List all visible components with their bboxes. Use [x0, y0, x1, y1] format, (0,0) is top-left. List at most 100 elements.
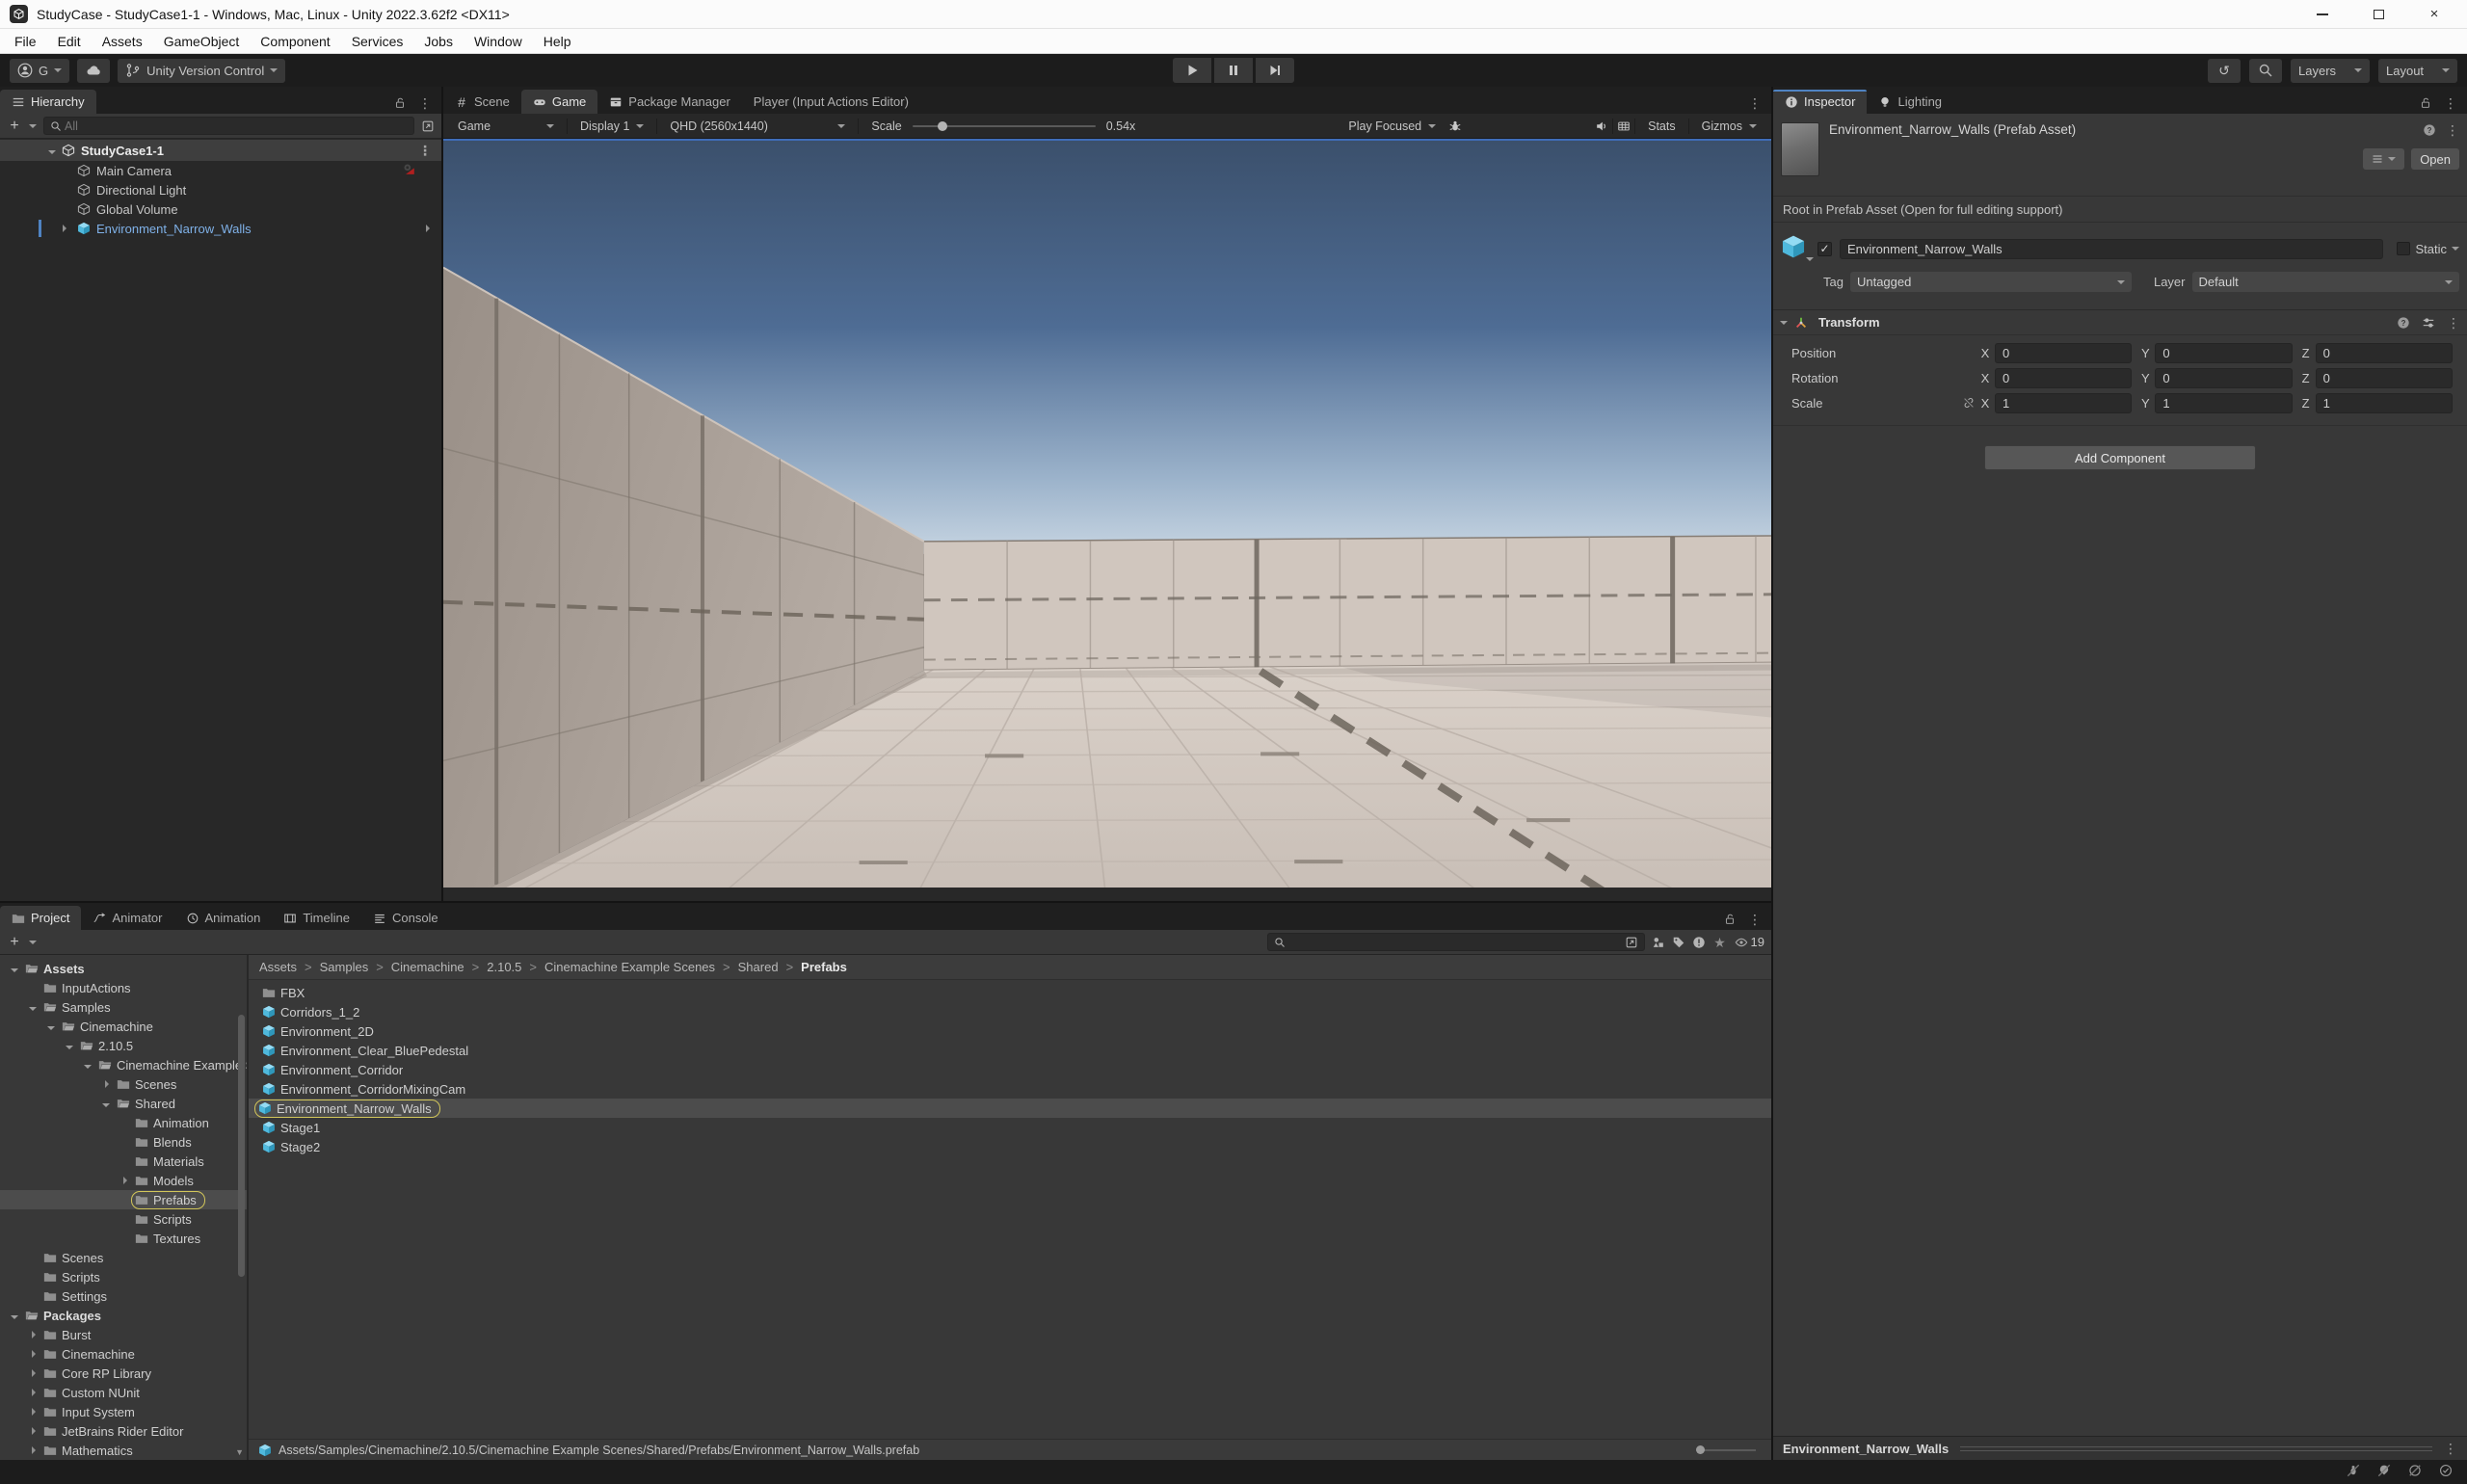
- add-component-button[interactable]: Add Component: [1984, 445, 2256, 470]
- inspector-preview-bar[interactable]: Environment_Narrow_Walls ⋮: [1773, 1436, 2467, 1460]
- tree-item-animation[interactable]: Animation: [0, 1113, 247, 1132]
- favorites-icon[interactable]: ★: [1712, 935, 1728, 950]
- tree-item-jetbrains-rider-editor[interactable]: JetBrains Rider Editor: [0, 1421, 247, 1441]
- scale-slider-knob[interactable]: [938, 121, 947, 131]
- axis-value-field[interactable]: 0: [2155, 368, 2292, 388]
- static-dropdown-caret[interactable]: [2452, 247, 2459, 254]
- breadcrumb-prefabs[interactable]: Prefabs: [801, 960, 847, 974]
- lock-open-icon[interactable]: [393, 96, 407, 110]
- static-checkbox[interactable]: [2397, 242, 2410, 255]
- version-control-button[interactable]: Unity Version Control: [118, 59, 285, 83]
- breadcrumb-cinemachine[interactable]: Cinemachine: [391, 960, 464, 974]
- tree-item-materials[interactable]: Materials: [0, 1152, 247, 1171]
- focus-mode-dropdown[interactable]: Play Focused: [1340, 114, 1445, 138]
- axis-value-field[interactable]: 1: [1995, 393, 2132, 413]
- hidden-packages-toggle[interactable]: 19: [1735, 935, 1764, 949]
- stats-toggle[interactable]: Stats: [1639, 114, 1684, 138]
- scene-kebab[interactable]: ⋮: [418, 144, 432, 157]
- preview-resize-handle[interactable]: [1960, 1446, 2432, 1451]
- tree-item-scenes[interactable]: Scenes: [0, 1248, 247, 1267]
- tab-console[interactable]: Console: [361, 906, 450, 930]
- tree-item-shared[interactable]: Shared: [0, 1094, 247, 1113]
- maximize-button[interactable]: [2367, 5, 2390, 24]
- add-dropdown-caret[interactable]: [29, 124, 37, 132]
- menu-file[interactable]: File: [4, 29, 47, 53]
- foldout-caret[interactable]: [1780, 321, 1788, 329]
- add-icon[interactable]: +: [7, 935, 22, 950]
- lock-open-icon[interactable]: [1723, 913, 1737, 926]
- tree-item-cinemachine-example-scenes[interactable]: Cinemachine Example Scenes: [0, 1055, 247, 1074]
- file-item-fbx[interactable]: FBX: [249, 983, 1771, 1002]
- expand-caret[interactable]: [63, 225, 70, 232]
- tabstrip-kebab[interactable]: ⋮: [1748, 96, 1762, 110]
- menu-services[interactable]: Services: [341, 29, 414, 53]
- hierarchy-search-input[interactable]: [43, 117, 414, 135]
- tabstrip-kebab[interactable]: ⋮: [2444, 96, 2457, 110]
- hierarchy-item-directional-light[interactable]: Directional Light: [0, 180, 441, 199]
- tree-expand-caret[interactable]: [32, 1331, 40, 1338]
- tree-item-prefabs[interactable]: Prefabs: [0, 1190, 247, 1209]
- tree-collapse-caret[interactable]: [11, 1315, 18, 1323]
- tree-item-inputactions[interactable]: InputActions: [0, 978, 247, 997]
- tree-item-2-10-5[interactable]: 2.10.5: [0, 1036, 247, 1055]
- tree-collapse-caret[interactable]: [84, 1065, 92, 1073]
- breadcrumb-2-10-5[interactable]: 2.10.5: [487, 960, 521, 974]
- tree-expand-caret[interactable]: [32, 1427, 40, 1435]
- tag-dropdown[interactable]: Untagged: [1850, 272, 2132, 292]
- axis-value-field[interactable]: 0: [2316, 368, 2453, 388]
- axis-value-field[interactable]: 1: [2316, 393, 2453, 413]
- tree-item-cinemachine[interactable]: Cinemachine: [0, 1017, 247, 1036]
- tree-item-samples[interactable]: Samples: [0, 997, 247, 1017]
- tree-collapse-caret[interactable]: [29, 1007, 37, 1015]
- speaker-icon[interactable]: [1595, 119, 1608, 133]
- tree-item-scripts[interactable]: Scripts: [0, 1267, 247, 1286]
- layout-dropdown[interactable]: Layout: [2378, 59, 2457, 83]
- display-dropdown[interactable]: Display 1: [571, 114, 652, 138]
- warn-circle-icon[interactable]: [1692, 936, 1706, 949]
- pause-button[interactable]: [1214, 58, 1253, 83]
- label-tag-icon[interactable]: [1672, 936, 1685, 949]
- tree-item-blends[interactable]: Blends: [0, 1132, 247, 1152]
- status-drop-off-button[interactable]: [2377, 1464, 2391, 1480]
- tree-item-burst[interactable]: Burst: [0, 1325, 247, 1344]
- tab-player-input-actions-editor[interactable]: Player (Input Actions Editor): [742, 90, 920, 114]
- tree-item-cinemachine[interactable]: Cinemachine: [0, 1344, 247, 1364]
- tree-scrollbar-thumb[interactable]: [238, 1015, 245, 1277]
- filter-type-icon[interactable]: [1652, 936, 1665, 949]
- tab-inspector[interactable]: Inspector: [1773, 90, 1867, 114]
- hierarchy-menu-kebab[interactable]: ⋮: [418, 96, 432, 110]
- file-item-environment-2d[interactable]: Environment_2D: [249, 1021, 1771, 1041]
- status-check-circle-button[interactable]: [2439, 1464, 2453, 1480]
- transform-component-header[interactable]: Transform ? ⋮: [1773, 309, 2467, 335]
- status-sync-off-button[interactable]: [2408, 1464, 2422, 1480]
- menu-edit[interactable]: Edit: [47, 29, 92, 53]
- icon-size-knob[interactable]: [1696, 1445, 1705, 1454]
- axis-value-field[interactable]: 0: [1995, 343, 2132, 363]
- step-button[interactable]: [1256, 58, 1294, 83]
- menu-jobs[interactable]: Jobs: [413, 29, 464, 53]
- play-button[interactable]: [1173, 58, 1211, 83]
- search-button[interactable]: [2249, 59, 2282, 83]
- tree-scroll-down-icon[interactable]: ▼: [235, 1447, 244, 1457]
- hierarchy-search-field[interactable]: [65, 119, 408, 133]
- tree-expand-caret[interactable]: [32, 1369, 40, 1377]
- hierarchy-item-main-camera[interactable]: Main Camera: [0, 161, 441, 180]
- project-search-input[interactable]: [1267, 933, 1645, 951]
- tab-game[interactable]: Game: [521, 90, 597, 114]
- status-bug-off-button[interactable]: [2347, 1464, 2360, 1480]
- project-search-field[interactable]: [1288, 936, 1622, 949]
- tree-item-input-system[interactable]: Input System: [0, 1402, 247, 1421]
- pick-window-icon[interactable]: [421, 119, 435, 133]
- breadcrumb-shared[interactable]: Shared: [738, 960, 779, 974]
- hierarchy-item-environment-narrow-walls[interactable]: Environment_Narrow_Walls: [0, 219, 441, 238]
- layers-dropdown[interactable]: Layers: [2291, 59, 2370, 83]
- tree-expand-caret[interactable]: [123, 1177, 131, 1184]
- tree-item-mathematics[interactable]: Mathematics: [0, 1441, 247, 1460]
- tab-scene[interactable]: #Scene: [443, 90, 521, 114]
- breadcrumb-cinemachine-example-scenes[interactable]: Cinemachine Example Scenes: [544, 960, 715, 974]
- gameobject-name-field[interactable]: Environment_Narrow_Walls: [1840, 239, 2383, 259]
- tree-item-models[interactable]: Models: [0, 1171, 247, 1190]
- scale-slider[interactable]: [913, 125, 1096, 127]
- close-button[interactable]: ×: [2423, 5, 2446, 24]
- tree-collapse-caret[interactable]: [66, 1046, 73, 1053]
